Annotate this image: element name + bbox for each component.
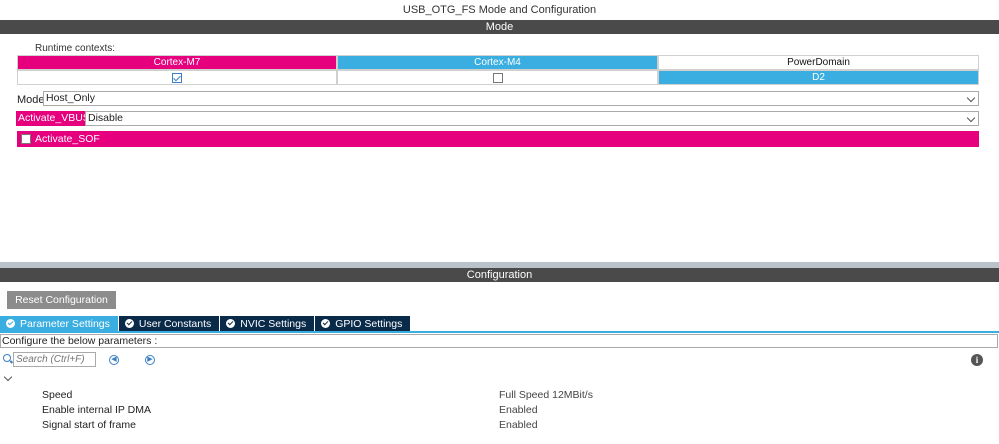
param-value-sof[interactable]: Enabled <box>499 419 538 431</box>
configuration-section-header: Configuration <box>0 268 999 282</box>
info-icon[interactable]: i <box>971 354 983 366</box>
tab-gpio-settings[interactable]: GPIO Settings <box>315 316 412 331</box>
tab-underline <box>0 331 999 333</box>
runtime-contexts-table: Cortex-M7 Cortex-M4 PowerDomain D2 <box>17 55 979 85</box>
activate-vbus-label: Activate_VBUS <box>16 111 92 126</box>
context-cell-cortex-m4 <box>337 70 658 85</box>
mode-select-value: Host_Only <box>46 92 96 104</box>
context-header-cortex-m7: Cortex-M7 <box>17 55 337 70</box>
configure-parameters-header: Configure the below parameters : <box>0 334 998 348</box>
search-next-icon[interactable]: ▶ <box>145 355 155 365</box>
chevron-down-icon <box>966 93 976 103</box>
window-title: USB_OTG_FS Mode and Configuration <box>402 4 597 16</box>
param-value-dma[interactable]: Enabled <box>499 404 538 416</box>
context-header-cortex-m4: Cortex-M4 <box>337 55 658 70</box>
search-icon <box>3 354 11 362</box>
tab-label: GPIO Settings <box>335 317 403 330</box>
power-domain-header: PowerDomain <box>658 55 979 70</box>
tab-user-constants[interactable]: User Constants <box>118 316 221 331</box>
activate-sof-checkbox[interactable] <box>21 134 31 144</box>
tab-label: NVIC Settings <box>240 317 307 330</box>
search-previous-icon[interactable]: ◀ <box>109 355 119 365</box>
config-tabs: Parameter Settings User Constants NVIC S… <box>0 316 412 331</box>
cortex-m7-checkbox[interactable] <box>172 72 182 83</box>
tab-nvic-settings[interactable]: NVIC Settings <box>220 316 316 331</box>
activate-sof-label: Activate_SOF <box>35 133 100 145</box>
power-domain-value[interactable]: D2 <box>658 70 979 85</box>
mode-section-header: Mode <box>0 20 999 34</box>
cortex-m4-checkbox[interactable] <box>492 72 503 83</box>
check-circle-icon <box>321 319 331 328</box>
tab-parameter-settings[interactable]: Parameter Settings <box>0 316 119 331</box>
param-value-speed[interactable]: Full Speed 12MBit/s <box>499 389 593 401</box>
search-input[interactable] <box>13 352 96 367</box>
activate-vbus-select[interactable]: Disable <box>85 111 979 126</box>
tab-label: Parameter Settings <box>20 317 110 330</box>
check-circle-icon <box>226 319 236 328</box>
check-circle-icon <box>124 319 134 328</box>
chevron-down-icon <box>966 113 976 123</box>
param-name-speed[interactable]: Speed <box>42 389 72 401</box>
activate-vbus-value: Disable <box>88 112 124 124</box>
param-name-dma[interactable]: Enable internal IP DMA <box>42 404 151 416</box>
activate-sof-row[interactable]: Activate_SOF <box>17 131 979 147</box>
mode-label: Mode <box>17 94 45 106</box>
reset-configuration-button[interactable]: Reset Configuration <box>7 291 116 309</box>
chevron-down-icon[interactable] <box>3 372 13 382</box>
param-name-sof[interactable]: Signal start of frame <box>42 419 136 431</box>
check-circle-icon <box>6 319 15 328</box>
runtime-contexts-label: Runtime contexts: <box>35 43 116 54</box>
context-cell-cortex-m7 <box>17 70 337 85</box>
mode-select[interactable]: Host_Only <box>43 91 979 106</box>
tab-label: User Constants <box>138 317 212 330</box>
